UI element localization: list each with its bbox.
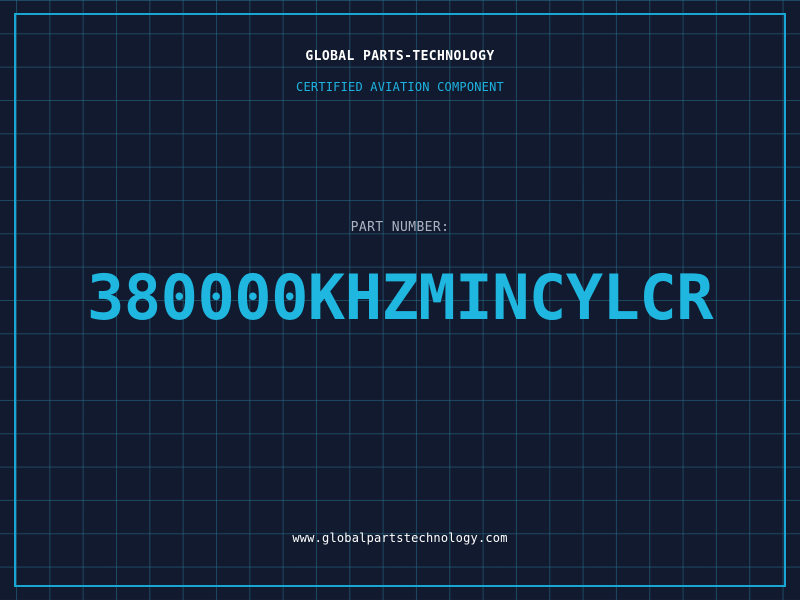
part-number-label: PART NUMBER: [350,220,450,235]
part-number-value: 380000KHZMINCYLCR [86,261,714,334]
company-tagline: CERTIFIED AVIATION COMPONENT [296,80,504,94]
company-name: GLOBAL PARTS-TECHNOLOGY [305,49,495,64]
website-url: www.globalpartstechnology.com [292,531,508,545]
